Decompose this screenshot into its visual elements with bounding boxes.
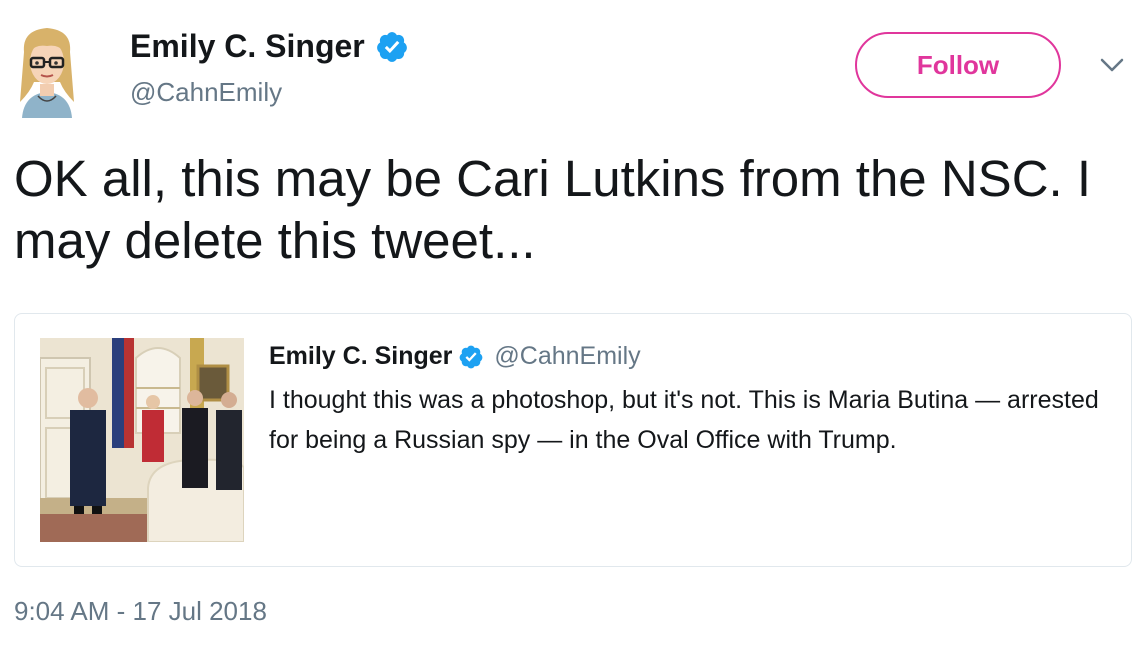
chevron-down-icon[interactable] xyxy=(1098,55,1126,75)
follow-button[interactable]: Follow xyxy=(855,32,1061,98)
tweet-text: OK all, this may be Cari Lutkins from th… xyxy=(14,150,1092,269)
avatar[interactable] xyxy=(14,22,80,118)
author-handle[interactable]: @CahnEmily xyxy=(130,77,282,108)
quoted-tweet-header[interactable]: Emily C. Singer @CahnEmily xyxy=(269,342,641,371)
quoted-author-handle[interactable]: @CahnEmily xyxy=(494,342,640,371)
quoted-tweet-card[interactable]: Emily C. Singer @CahnEmily I thought thi… xyxy=(14,313,1132,567)
author-name-row[interactable]: Emily C. Singer xyxy=(130,28,409,65)
verified-badge-icon xyxy=(458,344,484,370)
verified-badge-icon xyxy=(375,30,409,64)
tweet-timestamp[interactable]: 9:04 AM - 17 Jul 2018 xyxy=(14,596,267,627)
quoted-tweet-text: I thought this was a photoshop, but it's… xyxy=(269,386,1099,454)
oval-office-photo[interactable] xyxy=(40,338,244,542)
quoted-author-name[interactable]: Emily C. Singer xyxy=(269,342,452,371)
author-name[interactable]: Emily C. Singer xyxy=(130,28,365,65)
bitmoji-avatar-icon xyxy=(20,28,74,118)
